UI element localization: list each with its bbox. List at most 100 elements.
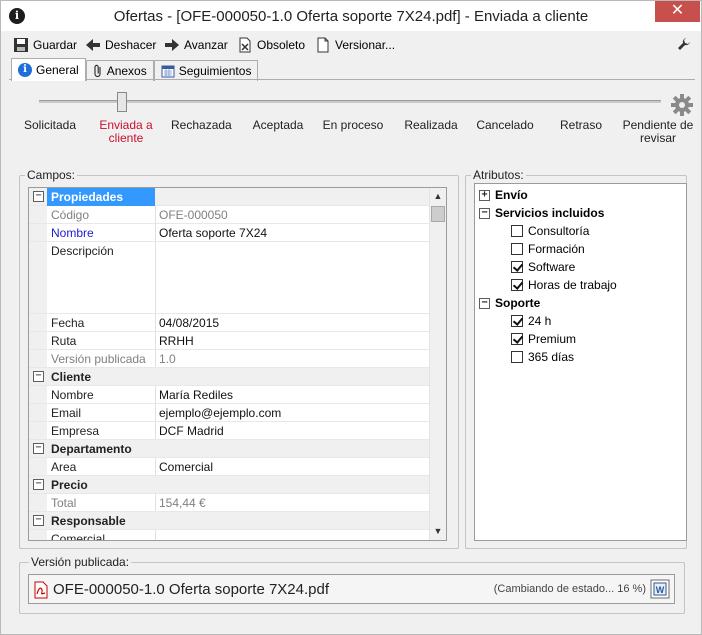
- tree-node-label: Premium: [528, 332, 577, 346]
- grid-property-row[interactable]: Nombre Oferta soporte 7X24: [29, 224, 431, 242]
- property-value[interactable]: DCF Madrid: [159, 424, 224, 438]
- tree-checkbox-node[interactable]: 365 días: [511, 348, 574, 366]
- expand-icon[interactable]: +: [479, 189, 490, 201]
- grid-property-row[interactable]: Email ejemplo@ejemplo.com: [29, 404, 431, 422]
- collapse-icon[interactable]: −: [33, 371, 44, 382]
- property-value[interactable]: 154,44 €: [159, 496, 206, 510]
- grid-category-row[interactable]: − Propiedades: [29, 188, 431, 206]
- attribute-checkbox[interactable]: [511, 333, 523, 345]
- tree-group-node[interactable]: − Soporte: [479, 294, 540, 312]
- property-name: Fecha: [51, 316, 85, 330]
- tab-tracking[interactable]: Seguimientos: [153, 60, 259, 81]
- tree-checkbox-node[interactable]: Consultoría: [511, 222, 589, 240]
- forward-button[interactable]: Avanzar: [164, 35, 228, 55]
- grid-category-row[interactable]: − Cliente: [29, 368, 431, 386]
- version-label: Versionar...: [335, 38, 396, 52]
- row-gutter: [29, 422, 47, 439]
- property-grid[interactable]: − Propiedades Código OFE-000050 Nombre Oferta…: [28, 187, 447, 541]
- row-gutter: [29, 350, 47, 367]
- attribute-checkbox[interactable]: [511, 261, 523, 273]
- close-button[interactable]: ✕: [655, 1, 700, 22]
- grid-vertical-scrollbar[interactable]: ▲ ▼: [429, 188, 446, 540]
- grid-category-row[interactable]: − Precio: [29, 476, 431, 494]
- column-divider: [155, 530, 156, 540]
- property-value[interactable]: 1.0: [159, 352, 176, 366]
- tree-checkbox-node[interactable]: Software: [511, 258, 575, 276]
- tree-node-label: Formación: [528, 242, 585, 256]
- workflow-stage[interactable]: En proceso: [321, 119, 385, 132]
- undo-button[interactable]: Deshacer: [85, 35, 156, 55]
- attribute-checkbox[interactable]: [511, 315, 523, 327]
- attribute-checkbox[interactable]: [511, 351, 523, 363]
- attribute-checkbox[interactable]: [511, 243, 523, 255]
- tree-group-node[interactable]: + Envío: [479, 186, 528, 204]
- grid-category-row[interactable]: − Responsable: [29, 512, 431, 530]
- title-bar: i Ofertas - [OFE-000050-1.0 Oferta sopor…: [1, 1, 701, 31]
- gear-icon[interactable]: [671, 94, 693, 116]
- category-label: Propiedades: [51, 190, 124, 204]
- property-name: Nombre: [51, 226, 94, 240]
- grid-property-row[interactable]: Código OFE-000050: [29, 206, 431, 224]
- word-document-icon[interactable]: W: [650, 579, 670, 599]
- tab-annexes[interactable]: Anexos: [85, 60, 154, 81]
- tree-node-label: Servicios incluidos: [495, 206, 605, 220]
- collapse-icon[interactable]: −: [33, 191, 44, 202]
- grid-scroll-thumb[interactable]: [431, 206, 445, 222]
- property-value[interactable]: Oferta soporte 7X24: [159, 226, 267, 240]
- workflow-stage[interactable]: Rechazada: [171, 119, 232, 132]
- grid-property-row[interactable]: Nombre María Rediles: [29, 386, 431, 404]
- grid-property-row[interactable]: Comercial: [29, 530, 431, 540]
- save-label: Guardar: [33, 38, 78, 52]
- property-value[interactable]: RRHH: [159, 334, 194, 348]
- published-file-link[interactable]: OFE-000050-1.0 Oferta soporte 7X24.pdf: [53, 581, 329, 598]
- collapse-icon[interactable]: −: [33, 443, 44, 454]
- property-value[interactable]: Comercial: [159, 460, 213, 474]
- obsolete-button[interactable]: Obsoleto: [237, 35, 305, 55]
- property-name: Total: [51, 496, 77, 510]
- attributes-tree[interactable]: + Envío − Servicios incluidos Consultoría For…: [474, 183, 687, 541]
- tree-checkbox-node[interactable]: Formación: [511, 240, 585, 258]
- property-name: Area: [51, 460, 77, 474]
- grid-property-row[interactable]: Descripción: [29, 242, 431, 314]
- tab-general[interactable]: i General: [11, 58, 86, 81]
- scroll-up-arrow-icon[interactable]: ▲: [430, 188, 446, 205]
- workflow-slider-thumb[interactable]: [117, 92, 127, 112]
- save-button[interactable]: Guardar: [13, 35, 77, 55]
- workflow-stage[interactable]: Realizada: [401, 119, 461, 132]
- tree-checkbox-node[interactable]: 24 h: [511, 312, 551, 330]
- grid-property-row[interactable]: Area Comercial: [29, 458, 431, 476]
- workflow-stage[interactable]: Cancelado: [476, 119, 534, 132]
- workflow-stage[interactable]: Retraso: [556, 119, 606, 132]
- svg-text:W: W: [656, 585, 665, 595]
- collapse-icon[interactable]: −: [33, 515, 44, 526]
- grid-property-row[interactable]: Ruta RRHH: [29, 332, 431, 350]
- tree-checkbox-node[interactable]: Horas de trabajo: [511, 276, 617, 294]
- attribute-checkbox[interactable]: [511, 225, 523, 237]
- workflow-stage[interactable]: Solicitada: [21, 119, 79, 132]
- property-value[interactable]: 04/08/2015: [159, 316, 219, 330]
- scroll-down-arrow-icon[interactable]: ▼: [430, 523, 446, 540]
- workflow-stage[interactable]: Pendiente de revisar: [618, 119, 698, 145]
- property-value[interactable]: María Rediles: [159, 388, 233, 402]
- attribute-checkbox[interactable]: [511, 279, 523, 291]
- collapse-icon[interactable]: −: [479, 297, 490, 309]
- collapse-icon[interactable]: −: [479, 207, 490, 219]
- collapse-icon[interactable]: −: [33, 479, 44, 490]
- workflow-stage[interactable]: Enviada a cliente: [96, 119, 156, 145]
- tree-group-node[interactable]: − Servicios incluidos: [479, 204, 604, 222]
- grid-property-row[interactable]: Empresa DCF Madrid: [29, 422, 431, 440]
- grid-category-row[interactable]: − Departamento: [29, 440, 431, 458]
- grid-property-row[interactable]: Total 154,44 €: [29, 494, 431, 512]
- version-button[interactable]: Versionar...: [315, 35, 395, 55]
- property-value[interactable]: OFE-000050: [159, 208, 228, 222]
- tab-general-label: General: [36, 63, 79, 77]
- column-divider: [155, 314, 156, 331]
- category-label: Cliente: [51, 370, 92, 384]
- wrench-icon[interactable]: [677, 37, 691, 51]
- tree-checkbox-node[interactable]: Premium: [511, 330, 576, 348]
- workflow-stage[interactable]: Aceptada: [251, 119, 305, 132]
- property-value[interactable]: ejemplo@ejemplo.com: [159, 406, 281, 420]
- grid-property-row[interactable]: Fecha 04/08/2015: [29, 314, 431, 332]
- workflow-track[interactable]: [39, 100, 661, 103]
- grid-property-row[interactable]: Versión publicada 1.0: [29, 350, 431, 368]
